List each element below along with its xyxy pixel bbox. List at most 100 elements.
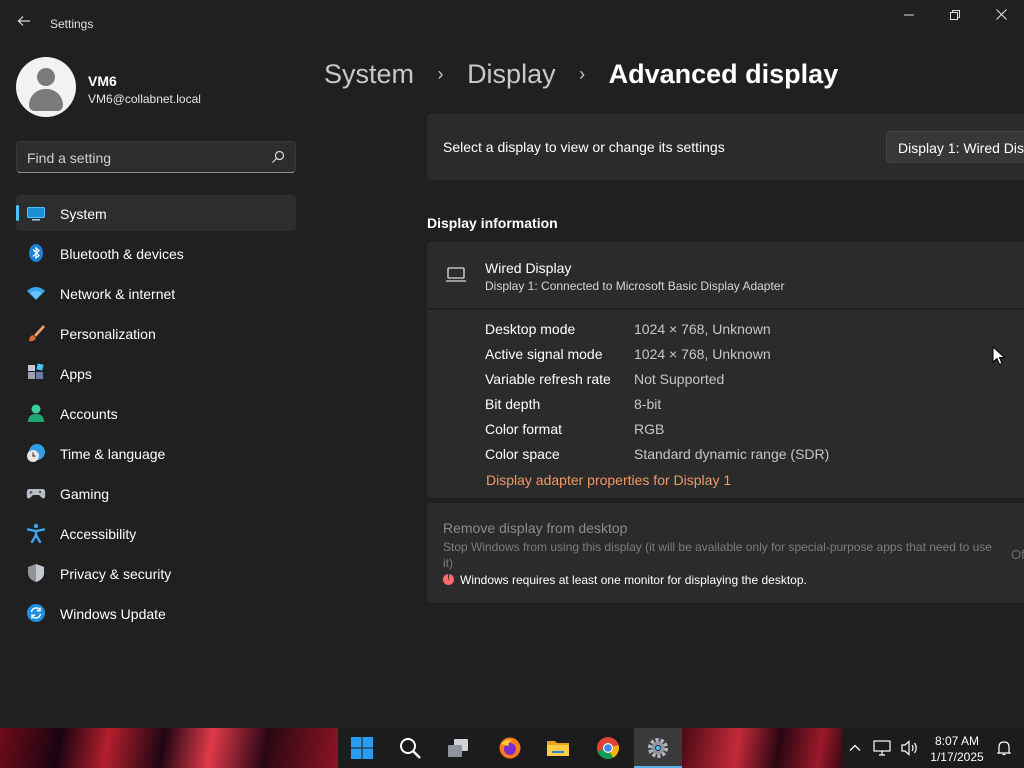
close-button[interactable] [978,4,1024,28]
taskbar-clock[interactable]: 8:07 AM 1/17/2025 [925,733,989,765]
minimize-icon [904,14,914,16]
network-status-button[interactable] [870,728,894,768]
chevron-up-icon [849,744,861,751]
sidebar-nav: System Bluetooth & devices Network & int… [16,195,296,635]
sidebar-item-label: Apps [60,366,92,382]
info-key: Color space [485,446,560,462]
error-icon [443,572,454,585]
remove-display-toggle-state[interactable]: Off [1011,547,1024,562]
info-value: 1024 × 768, Unknown [634,346,771,362]
breadcrumb-system[interactable]: System [324,59,414,90]
info-value: Not Supported [634,371,725,387]
maximize-button[interactable] [932,4,978,28]
accessibility-icon [26,523,46,543]
info-key: Desktop mode [485,321,576,337]
sidebar-item-label: Network & internet [60,286,176,302]
network-icon [873,740,891,756]
warning-text: Windows requires at least one monitor fo… [460,573,807,587]
sidebar-item-personalization[interactable]: Personalization [16,315,296,351]
accounts-icon [28,404,44,422]
notifications-button[interactable] [994,728,1014,768]
gamepad-icon [26,489,46,499]
avatar[interactable] [16,57,76,117]
display-select-dropdown[interactable]: Display 1: Wired Display [886,131,1024,163]
breadcrumb-separator: › [437,64,444,85]
taskbar-file-explorer[interactable] [534,728,582,768]
remove-display-card: Remove display from desktop Stop Windows… [427,503,1024,603]
user-name: VM6 [88,73,117,89]
system-icon [27,207,45,221]
avatar-body [29,89,63,111]
sidebar-item-time-language[interactable]: Time & language [16,435,296,471]
title-bar: Settings [0,0,1024,40]
start-button[interactable] [338,728,386,768]
breadcrumb-display[interactable]: Display [467,59,556,90]
start-icon [351,737,373,759]
back-button[interactable] [12,12,36,36]
display-subtitle: Display 1: Connected to Microsoft Basic … [485,279,785,293]
display-info-details: Desktop mode 1024 × 768, Unknown Active … [427,310,1024,498]
settings-icon [648,738,668,758]
chrome-icon [597,737,619,759]
minimize-button[interactable] [886,4,932,28]
info-key: Variable refresh rate [485,371,611,387]
taskbar-firefox[interactable] [486,728,534,768]
display-name: Wired Display [485,260,572,276]
sidebar-item-bluetooth[interactable]: Bluetooth & devices [16,235,296,271]
taskbar-search-button[interactable] [386,728,434,768]
sidebar-item-apps[interactable]: Apps [16,355,296,391]
sidebar-item-accessibility[interactable]: Accessibility [16,515,296,551]
sidebar-item-label: System [60,206,107,222]
remove-display-warning: Windows requires at least one monitor fo… [443,572,807,587]
sidebar-item-label: Gaming [60,486,110,502]
mouse-cursor-icon [992,346,1006,366]
show-hidden-icons-button[interactable] [846,728,864,768]
sidebar-item-label: Bluetooth & devices [60,246,184,262]
breadcrumb: System › Display › Advanced display [324,58,838,94]
bluetooth-icon [29,244,43,262]
sidebar-item-gaming[interactable]: Gaming [16,475,296,511]
search-placeholder: Find a setting [27,150,112,166]
info-value: 8-bit [634,396,662,412]
search-input[interactable]: Find a setting [16,141,296,173]
volume-icon [901,740,917,756]
sidebar-item-label: Windows Update [60,606,166,622]
clock-date: 1/17/2025 [930,750,984,764]
sidebar-item-privacy-security[interactable]: Privacy & security [16,555,296,591]
info-key: Color format [485,421,563,437]
back-arrow-icon [17,16,30,26]
sidebar-item-label: Accounts [60,406,118,422]
search-icon [272,150,285,163]
update-icon [27,604,45,622]
info-value: 1024 × 768, Unknown [634,321,771,337]
task-view-button[interactable] [434,728,482,768]
info-value: Standard dynamic range (SDR) [634,446,830,462]
section-title-display-information: Display information [427,215,558,231]
display-info-header[interactable]: Wired Display Display 1: Connected to Mi… [427,242,1024,308]
sidebar-item-system[interactable]: System [16,195,296,231]
taskbar-settings[interactable] [634,728,682,768]
display-select-label: Select a display to view or change its s… [443,139,725,155]
sidebar-item-network[interactable]: Network & internet [16,275,296,311]
wallpaper-strip-left [0,728,338,768]
shield-icon [28,564,44,582]
display-select-value: Display 1: Wired Display [898,140,1024,156]
laptop-icon [446,267,466,282]
sidebar-item-label: Privacy & security [60,566,172,582]
volume-button[interactable] [898,728,922,768]
sidebar-item-label: Personalization [60,326,156,342]
display-adapter-properties-link[interactable]: Display adapter properties for Display 1 [486,472,731,488]
task-view-icon [448,739,468,757]
taskbar: 8:07 AM 1/17/2025 [0,728,1024,768]
remove-display-title: Remove display from desktop [443,520,628,536]
restore-icon [950,10,960,20]
sidebar-item-label: Accessibility [60,526,137,542]
search-icon [400,738,421,759]
sidebar-item-windows-update[interactable]: Windows Update [16,595,296,631]
remove-display-description: Stop Windows from using this display (it… [443,540,992,570]
sidebar-item-accounts[interactable]: Accounts [16,395,296,431]
wifi-icon [27,287,45,300]
taskbar-chrome[interactable] [584,728,632,768]
page-title: Advanced display [608,59,839,90]
breadcrumb-separator: › [579,64,586,85]
